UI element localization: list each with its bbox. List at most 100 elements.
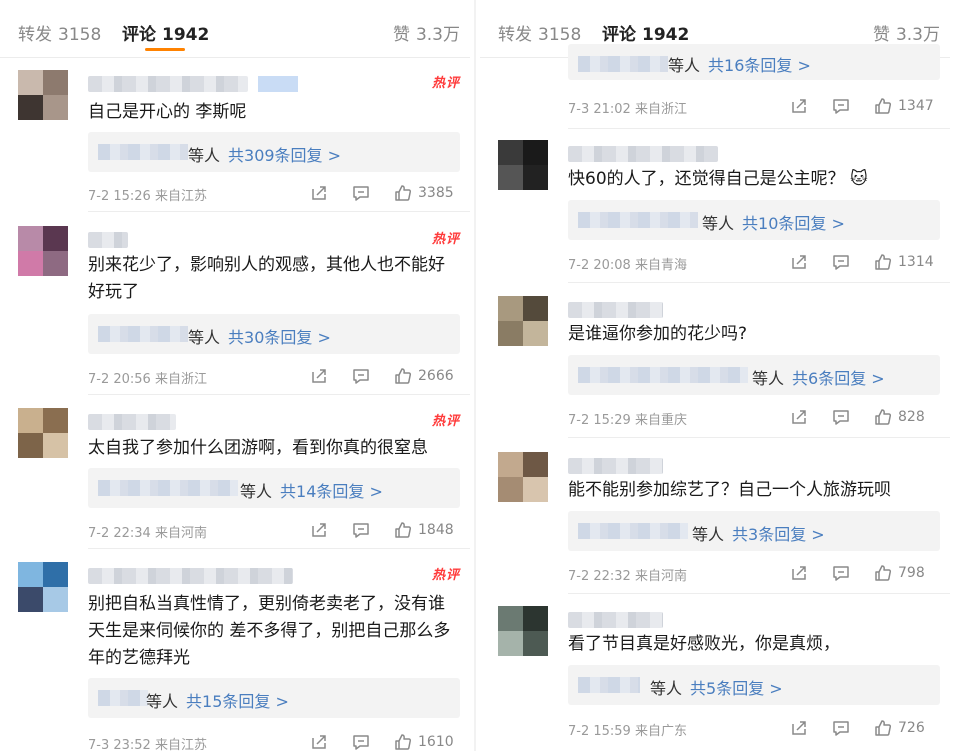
tab-comments[interactable]: 评论 1942 <box>122 20 209 45</box>
avatar[interactable] <box>18 408 68 458</box>
like-button[interactable]: 1314 <box>874 252 934 272</box>
reply-summary[interactable]: 等人 共15条回复 > <box>88 678 460 718</box>
reply-button[interactable] <box>352 520 370 540</box>
reply-summary[interactable]: 等人 共14条回复 > <box>88 468 460 508</box>
reply-button[interactable] <box>352 183 370 203</box>
right-comment-panel: 转发 3158 评论 1942 赞 3.3万 等人 共16条回复 > 7-3 21:02… <box>480 0 950 751</box>
view-replies-link[interactable]: 共5条回复 > <box>690 679 783 698</box>
repost-icon <box>790 97 808 115</box>
comment-actions: 3385 <box>310 183 460 203</box>
reply-user-blurred <box>578 677 640 693</box>
username-blurred[interactable] <box>88 232 128 248</box>
username-blurred[interactable] <box>88 76 298 92</box>
avatar[interactable] <box>18 226 68 276</box>
username-blurred[interactable] <box>88 414 176 430</box>
divider <box>88 394 470 395</box>
view-replies-link[interactable]: 共30条回复 > <box>228 328 331 347</box>
reply-summary[interactable]: 等人 共30条回复 > <box>88 314 460 354</box>
repost-icon <box>790 408 808 426</box>
divider <box>88 211 470 212</box>
reply-summary[interactable]: 等人 共10条回复 > <box>568 200 940 240</box>
reply-summary[interactable]: 等人 共309条回复 > <box>88 132 460 172</box>
comment-meta: 7-2 15:59 来自广东 <box>568 724 687 739</box>
reply-who: 等人 <box>752 369 785 388</box>
like-button[interactable]: 1347 <box>874 96 934 116</box>
comment-icon <box>352 184 370 202</box>
avatar[interactable] <box>498 452 548 502</box>
tab-bar: 转发 3158 评论 1942 赞 3.3万 <box>0 0 470 58</box>
tab-likes[interactable]: 赞 3.3万 <box>393 20 460 45</box>
comment-icon <box>832 719 850 737</box>
reply-who: 等人 <box>240 482 273 501</box>
tab-comments[interactable]: 评论 1942 <box>602 20 689 45</box>
tab-repost[interactable]: 转发 3158 <box>498 20 581 45</box>
like-button[interactable]: 1610 <box>394 732 454 751</box>
avatar[interactable] <box>18 562 68 612</box>
reply-button[interactable] <box>832 96 850 116</box>
thumbs-up-icon <box>874 408 892 426</box>
like-count: 726 <box>898 720 925 736</box>
repost-button[interactable] <box>310 366 328 386</box>
username-blurred[interactable] <box>568 146 718 162</box>
reply-summary[interactable]: 等人 共16条回复 > <box>568 44 940 80</box>
view-replies-link[interactable]: 共10条回复 > <box>742 214 845 233</box>
username-blurred[interactable] <box>568 612 663 628</box>
repost-button[interactable] <box>310 732 328 751</box>
view-replies-link[interactable]: 共16条回复 > <box>708 56 811 75</box>
comment-meta: 7-2 20:08 来自青海 <box>568 258 687 273</box>
reply-who: 等人 <box>188 146 221 165</box>
repost-icon <box>790 564 808 582</box>
repost-button[interactable] <box>790 407 808 427</box>
reply-button[interactable] <box>832 407 850 427</box>
view-replies-link[interactable]: 共15条回复 > <box>186 692 289 711</box>
repost-button[interactable] <box>790 563 808 583</box>
reply-user-blurred <box>578 523 688 539</box>
like-button[interactable]: 3385 <box>394 183 454 203</box>
avatar[interactable] <box>498 296 548 346</box>
thumbs-up-icon <box>394 184 412 202</box>
divider <box>568 282 950 283</box>
like-button[interactable]: 828 <box>874 407 925 427</box>
reply-button[interactable] <box>832 718 850 738</box>
view-replies-link[interactable]: 共309条回复 > <box>228 146 341 165</box>
username-blurred[interactable] <box>568 458 663 474</box>
reply-button[interactable] <box>352 732 370 751</box>
like-button[interactable]: 798 <box>874 563 925 583</box>
reply-summary[interactable]: 等人 共5条回复 > <box>568 665 940 705</box>
hot-comment-badge: 热评 <box>431 232 460 247</box>
comment-text: 看了节目真是好感败光，你是真烦， <box>568 634 840 654</box>
avatar[interactable] <box>498 140 548 190</box>
divider <box>568 437 950 438</box>
repost-button[interactable] <box>790 96 808 116</box>
reply-summary[interactable]: 等人 共6条回复 > <box>568 355 940 395</box>
view-replies-link[interactable]: 共3条回复 > <box>732 525 825 544</box>
like-button[interactable]: 1848 <box>394 520 454 540</box>
reply-button[interactable] <box>832 252 850 272</box>
tab-likes[interactable]: 赞 3.3万 <box>873 20 940 45</box>
like-button[interactable]: 726 <box>874 718 925 738</box>
repost-icon <box>790 253 808 271</box>
thumbs-up-icon <box>394 367 412 385</box>
comment-icon <box>832 408 850 426</box>
avatar[interactable] <box>498 606 548 656</box>
tab-repost[interactable]: 转发 3158 <box>18 20 101 45</box>
username-blurred[interactable] <box>568 302 663 318</box>
repost-icon <box>790 719 808 737</box>
username-blurred[interactable] <box>88 568 293 584</box>
like-count: 828 <box>898 409 925 425</box>
repost-icon <box>310 521 328 539</box>
like-count: 3385 <box>418 185 454 201</box>
reply-button[interactable] <box>832 563 850 583</box>
view-replies-link[interactable]: 共6条回复 > <box>792 369 885 388</box>
reply-summary[interactable]: 等人 共3条回复 > <box>568 511 940 551</box>
repost-icon <box>310 184 328 202</box>
like-button[interactable]: 2666 <box>394 366 454 386</box>
reply-button[interactable] <box>352 366 370 386</box>
repost-button[interactable] <box>790 252 808 272</box>
repost-button[interactable] <box>790 718 808 738</box>
avatar[interactable] <box>18 70 68 120</box>
view-replies-link[interactable]: 共14条回复 > <box>280 482 383 501</box>
repost-button[interactable] <box>310 183 328 203</box>
repost-button[interactable] <box>310 520 328 540</box>
like-count: 1610 <box>418 734 454 750</box>
